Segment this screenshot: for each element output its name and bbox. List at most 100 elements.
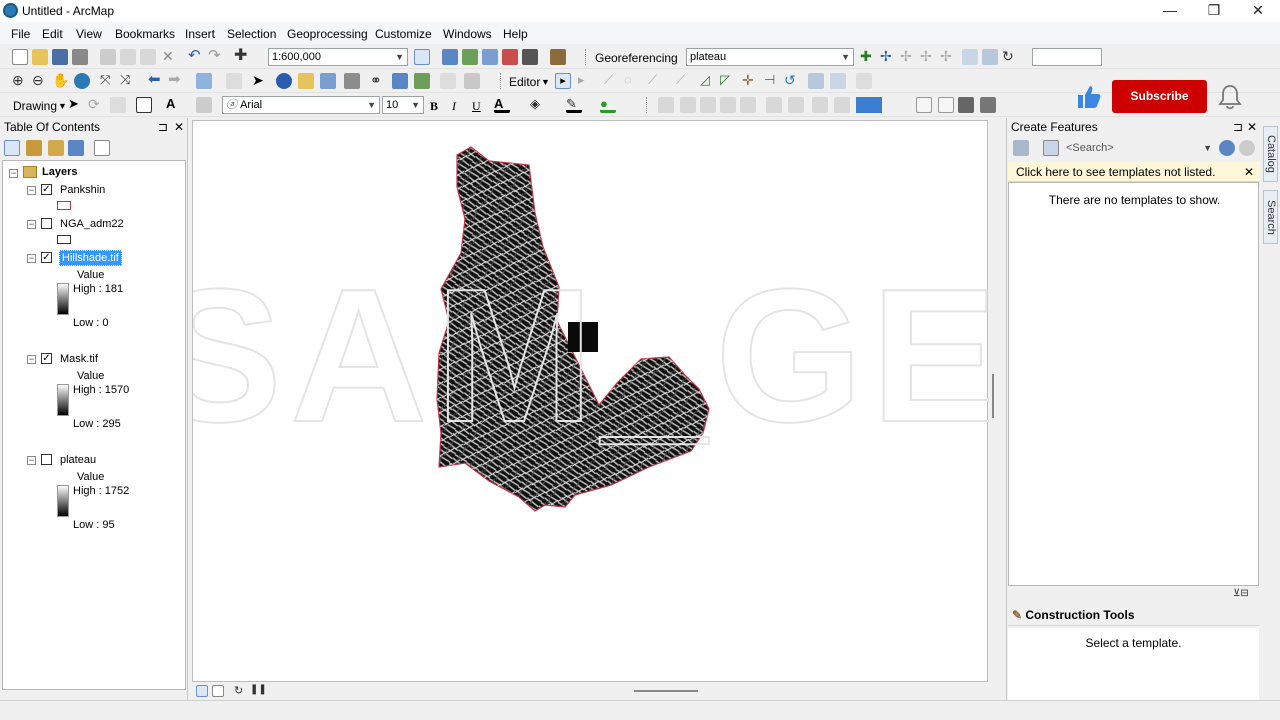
toolbar-grip[interactable] xyxy=(585,49,588,65)
measure-icon[interactable] xyxy=(344,73,360,89)
template-view-icon[interactable] xyxy=(1043,140,1059,156)
edit-annotation-icon[interactable]: ▸ xyxy=(578,73,594,89)
list-by-visibility-icon[interactable] xyxy=(48,140,64,156)
auto-registration-icon[interactable]: ✢ xyxy=(880,49,896,65)
font-color-icon[interactable]: A xyxy=(494,97,510,113)
layer-name[interactable]: Pankshin xyxy=(60,184,105,196)
map-canvas[interactable]: PSAM_GEO xyxy=(20,121,1154,683)
raster-tool-icon[interactable] xyxy=(766,97,782,113)
layer-visibility-checkbox[interactable]: ✓ xyxy=(41,184,52,195)
close-icon[interactable]: ✕ xyxy=(174,118,184,136)
select-elements-icon[interactable]: ➤ xyxy=(68,97,84,113)
horizontal-scrollbar[interactable] xyxy=(634,690,698,692)
collapse-icon[interactable]: − xyxy=(27,254,36,263)
attributes-icon[interactable] xyxy=(808,73,824,89)
raster-tool-icon[interactable] xyxy=(812,97,828,113)
raster-tool-icon[interactable] xyxy=(740,97,756,113)
catalog-window-icon[interactable] xyxy=(462,49,478,65)
color-ramp[interactable] xyxy=(57,384,69,416)
rotate-element-icon[interactable]: ⟳ xyxy=(88,97,104,113)
menu-windows[interactable]: Windows xyxy=(443,27,492,41)
cut-polygons-icon[interactable]: ✛ xyxy=(742,73,758,89)
html-popup-icon[interactable] xyxy=(320,73,336,89)
zoom-out-icon[interactable]: ⊖ xyxy=(32,73,48,89)
layer-name[interactable]: plateau xyxy=(60,454,96,466)
save-icon[interactable] xyxy=(52,49,68,65)
refresh-icon[interactable]: ↻ xyxy=(234,684,250,700)
delete-icon[interactable]: ✕ xyxy=(162,49,178,65)
rotate-angle-input[interactable] xyxy=(1032,48,1102,66)
identify-icon[interactable] xyxy=(276,73,292,89)
open-folder-icon[interactable] xyxy=(32,49,48,65)
select-elements-icon[interactable]: ➤ xyxy=(252,73,268,89)
create-viewer-icon[interactable] xyxy=(464,73,480,89)
rectangle-icon[interactable] xyxy=(136,97,152,113)
notification-bell-icon[interactable] xyxy=(1218,84,1242,110)
close-icon[interactable]: ✕ xyxy=(1247,118,1257,136)
editor-menu[interactable]: Editor xyxy=(509,75,540,89)
pin-icon[interactable]: ⊐ xyxy=(158,118,168,136)
menu-selection[interactable]: Selection xyxy=(227,27,276,41)
pane-resize-icons[interactable]: ⊻⊟ xyxy=(1233,588,1249,599)
select-features-icon[interactable] xyxy=(196,73,212,89)
model-builder-icon[interactable] xyxy=(550,49,566,65)
arctoolbox-icon[interactable] xyxy=(502,49,518,65)
find-binoculars-icon[interactable]: ⚭ xyxy=(370,73,386,89)
layer-visibility-checkbox[interactable]: ✓ xyxy=(41,252,52,263)
menu-help[interactable]: Help xyxy=(503,27,528,41)
create-features-icon[interactable] xyxy=(856,73,872,89)
georef-layer-combo[interactable]: plateau ▼ xyxy=(686,48,854,66)
search-window-icon[interactable] xyxy=(482,49,498,65)
subscribe-button[interactable]: Subscribe xyxy=(1112,80,1207,113)
menu-edit[interactable]: Edit xyxy=(42,27,63,41)
catalog-tab[interactable]: Catalog xyxy=(1263,126,1278,182)
rotate-tool-icon[interactable]: ↺ xyxy=(784,73,800,89)
text-tool-icon[interactable]: A xyxy=(166,97,182,113)
layout-tool-icon[interactable] xyxy=(958,97,974,113)
print-icon[interactable] xyxy=(72,49,88,65)
layer-visibility-checkbox[interactable] xyxy=(41,454,52,465)
split-tool-icon[interactable]: ⊣ xyxy=(764,73,780,89)
fixed-zoom-in-icon[interactable]: ⤧ xyxy=(100,73,116,89)
collapse-icon[interactable]: − xyxy=(9,169,18,178)
rotate-icon[interactable]: ↻ xyxy=(1002,49,1018,65)
add-control-points-icon[interactable]: ✚ xyxy=(860,49,876,65)
zoom-in-icon[interactable]: ⊕ xyxy=(12,73,28,89)
data-frame-name[interactable]: Layers xyxy=(42,166,77,178)
marker-color-icon[interactable]: ● xyxy=(600,97,616,113)
bold-button[interactable]: B xyxy=(430,99,438,114)
polygon-symbol[interactable] xyxy=(57,235,71,244)
paste-icon[interactable] xyxy=(140,49,156,65)
menu-insert[interactable]: Insert xyxy=(185,27,215,41)
menu-geoprocessing[interactable]: Geoprocessing xyxy=(287,27,368,41)
layer-visibility-checkbox[interactable]: ✓ xyxy=(41,353,52,364)
drawing-menu[interactable]: Drawing xyxy=(13,99,57,113)
toolbar-grip[interactable] xyxy=(646,97,649,113)
raster-tool-icon[interactable] xyxy=(700,97,716,113)
clear-selection-icon[interactable] xyxy=(226,73,242,89)
font-name-combo[interactable]: ⓐ Arial ▼ xyxy=(222,96,380,114)
full-extent-icon[interactable] xyxy=(74,73,90,89)
new-document-icon[interactable] xyxy=(12,49,28,65)
menu-bookmarks[interactable]: Bookmarks xyxy=(115,27,175,41)
pan-hand-icon[interactable]: ✋ xyxy=(52,73,69,89)
collapse-icon[interactable]: − xyxy=(27,186,36,195)
layer-name[interactable]: Mask.tif xyxy=(60,353,98,365)
close-window-button[interactable]: ✕ xyxy=(1236,0,1280,22)
polygon-symbol[interactable] xyxy=(57,201,71,210)
color-swatch[interactable] xyxy=(856,97,882,113)
raster-tool-icon[interactable] xyxy=(680,97,696,113)
like-thumbs-up-icon[interactable] xyxy=(1076,84,1102,110)
undo-icon[interactable]: ↶ xyxy=(188,48,204,65)
raster-tool-icon[interactable] xyxy=(720,97,736,113)
python-window-icon[interactable] xyxy=(522,49,538,65)
edit-vertices-drawing-icon[interactable] xyxy=(196,97,212,113)
layer-visibility-checkbox[interactable] xyxy=(41,218,52,229)
add-data-icon[interactable]: ✚ xyxy=(234,48,250,65)
sketch-properties-icon[interactable] xyxy=(830,73,846,89)
point-icon[interactable]: ⟋ xyxy=(676,73,692,89)
collapse-icon[interactable]: − xyxy=(27,456,36,465)
layer-name-selected[interactable]: Hillshade.tif xyxy=(59,250,122,266)
edit-vertices-icon[interactable]: ◿ xyxy=(700,73,716,89)
cut-icon[interactable] xyxy=(100,49,116,65)
